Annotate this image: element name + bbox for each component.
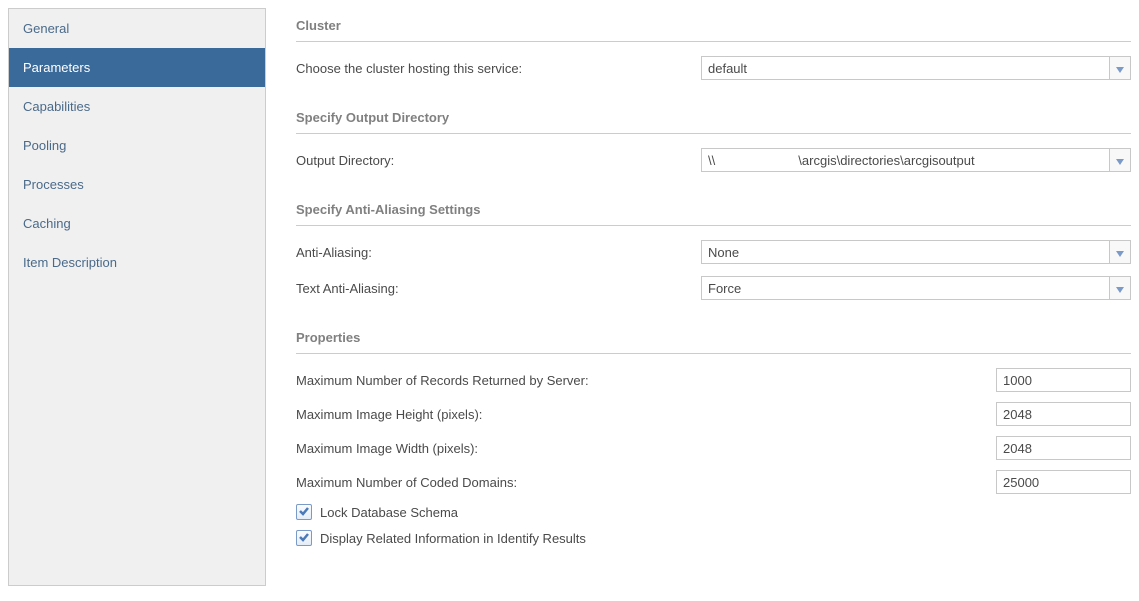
- max-records-input[interactable]: [996, 368, 1131, 392]
- output-dir-label: Output Directory:: [296, 153, 701, 168]
- max-width-label: Maximum Image Width (pixels):: [296, 441, 996, 456]
- sidebar-item-label: Pooling: [23, 138, 66, 153]
- dropdown-button[interactable]: [1109, 240, 1131, 264]
- sidebar-item-label: Capabilities: [23, 99, 90, 114]
- sidebar: General Parameters Capabilities Pooling …: [8, 8, 266, 586]
- main-panel: Cluster Choose the cluster hosting this …: [266, 8, 1131, 586]
- display-related-checkbox[interactable]: [296, 530, 312, 546]
- dropdown-button[interactable]: [1109, 276, 1131, 300]
- section-anti-aliasing: Specify Anti-Aliasing Settings Anti-Alia…: [296, 202, 1131, 300]
- display-related-label: Display Related Information in Identify …: [320, 531, 586, 546]
- section-properties: Properties Maximum Number of Records Ret…: [296, 330, 1131, 546]
- chevron-down-icon: [1116, 153, 1124, 168]
- text-anti-aliasing-label: Text Anti-Aliasing:: [296, 281, 701, 296]
- section-title: Properties: [296, 330, 1131, 354]
- sidebar-item-label: Parameters: [23, 60, 90, 75]
- max-domains-input[interactable]: [996, 470, 1131, 494]
- sidebar-item-label: Caching: [23, 216, 71, 231]
- section-cluster: Cluster Choose the cluster hosting this …: [296, 18, 1131, 80]
- dropdown-button[interactable]: [1109, 148, 1131, 172]
- output-dir-select[interactable]: [701, 148, 1131, 172]
- sidebar-item-item-description[interactable]: Item Description: [9, 243, 265, 282]
- cluster-select[interactable]: [701, 56, 1131, 80]
- chevron-down-icon: [1116, 281, 1124, 296]
- sidebar-item-parameters[interactable]: Parameters: [9, 48, 265, 87]
- sidebar-item-processes[interactable]: Processes: [9, 165, 265, 204]
- max-width-input[interactable]: [996, 436, 1131, 460]
- checkmark-icon: [298, 531, 310, 546]
- section-output-directory: Specify Output Directory Output Director…: [296, 110, 1131, 172]
- sidebar-item-general[interactable]: General: [9, 9, 265, 48]
- section-title: Specify Anti-Aliasing Settings: [296, 202, 1131, 226]
- anti-aliasing-select[interactable]: [701, 240, 1131, 264]
- checkmark-icon: [298, 505, 310, 520]
- max-height-input[interactable]: [996, 402, 1131, 426]
- anti-aliasing-label: Anti-Aliasing:: [296, 245, 701, 260]
- anti-aliasing-input[interactable]: [701, 240, 1109, 264]
- sidebar-item-capabilities[interactable]: Capabilities: [9, 87, 265, 126]
- max-height-label: Maximum Image Height (pixels):: [296, 407, 996, 422]
- section-title: Specify Output Directory: [296, 110, 1131, 134]
- sidebar-item-label: Item Description: [23, 255, 117, 270]
- section-title: Cluster: [296, 18, 1131, 42]
- max-domains-label: Maximum Number of Coded Domains:: [296, 475, 996, 490]
- text-anti-aliasing-select[interactable]: [701, 276, 1131, 300]
- output-dir-input[interactable]: [701, 148, 1109, 172]
- text-anti-aliasing-input[interactable]: [701, 276, 1109, 300]
- dropdown-button[interactable]: [1109, 56, 1131, 80]
- chevron-down-icon: [1116, 245, 1124, 260]
- sidebar-item-caching[interactable]: Caching: [9, 204, 265, 243]
- sidebar-item-label: General: [23, 21, 69, 36]
- max-records-label: Maximum Number of Records Returned by Se…: [296, 373, 996, 388]
- lock-schema-checkbox[interactable]: [296, 504, 312, 520]
- cluster-label: Choose the cluster hosting this service:: [296, 61, 701, 76]
- chevron-down-icon: [1116, 61, 1124, 76]
- sidebar-item-label: Processes: [23, 177, 84, 192]
- sidebar-item-pooling[interactable]: Pooling: [9, 126, 265, 165]
- cluster-input[interactable]: [701, 56, 1109, 80]
- lock-schema-label: Lock Database Schema: [320, 505, 458, 520]
